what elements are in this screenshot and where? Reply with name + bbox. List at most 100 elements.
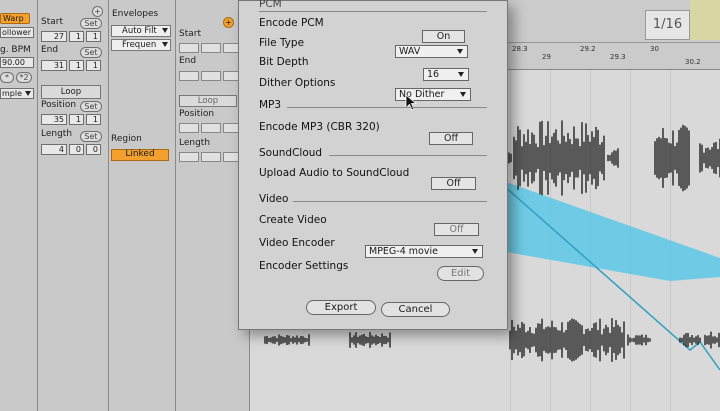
envelope-position-label: Position (179, 109, 215, 119)
region-label: Region (111, 134, 142, 144)
envelope-end-label: End (179, 56, 197, 66)
envelope-shape[interactable] (495, 178, 720, 281)
start-set-button[interactable]: Set (80, 18, 102, 29)
envelope-device-value: Auto Filt (122, 26, 157, 36)
bpm-field[interactable]: 90.00 (0, 57, 34, 68)
section-divider (293, 201, 487, 202)
chevron-down-icon (162, 28, 168, 33)
ruler-tick: 29.2 (580, 45, 596, 53)
section-divider (259, 11, 487, 12)
ruler-tick: 29 (542, 53, 551, 61)
start-label: Start (41, 17, 63, 27)
end-beat-field[interactable]: 1 (69, 60, 84, 71)
envelope-end-field[interactable] (179, 71, 199, 81)
position-bar-field[interactable]: 35 (41, 114, 67, 125)
ruler-line (505, 42, 720, 43)
loop-button[interactable]: Loop (41, 85, 101, 99)
upload-soundcloud-label: Upload Audio to SoundCloud (259, 167, 410, 179)
warp-mode-value: mple (2, 89, 23, 98)
video-encoder-value: MPEG-4 movie (369, 246, 438, 257)
encoder-settings-edit-button[interactable]: Edit (437, 266, 484, 281)
envelope-position-field[interactable] (179, 123, 199, 133)
chevron-down-icon (460, 92, 466, 97)
envelope-position-field[interactable] (201, 123, 221, 133)
position-beat-field[interactable]: 1 (69, 114, 84, 125)
bit-depth-value: 16 (427, 69, 440, 80)
encoder-settings-label: Encoder Settings (259, 260, 349, 272)
video-encoder-dropdown[interactable]: MPEG-4 movie (365, 245, 483, 258)
length-set-button[interactable]: Set (80, 131, 102, 142)
length-bar-field[interactable]: 4 (41, 144, 67, 155)
encode-pcm-toggle[interactable]: On (422, 30, 465, 43)
upload-soundcloud-toggle[interactable]: Off (431, 177, 476, 190)
file-type-value: WAV (399, 46, 421, 57)
encode-pcm-label: Encode PCM (259, 17, 324, 29)
follower-selector[interactable]: ollower (0, 27, 34, 38)
chevron-down-icon (25, 91, 31, 96)
end-bar-field[interactable]: 31 (41, 60, 67, 71)
bit-depth-dropdown[interactable]: 16 (423, 68, 469, 81)
encode-mp3-toggle[interactable]: Off (429, 132, 473, 145)
ruler-tick: 30.2 (685, 58, 701, 66)
add-icon[interactable]: + (223, 17, 234, 28)
warp-mode-selector[interactable]: mple (0, 88, 34, 99)
half-tempo-button[interactable]: * (0, 72, 14, 83)
envelope-parameter-value: Frequen (122, 40, 157, 50)
envelope-parameter-selector[interactable]: Frequen (111, 39, 171, 51)
column-divider (175, 0, 176, 411)
chevron-down-icon (472, 249, 478, 254)
create-video-label: Create Video (259, 214, 327, 226)
section-divider (287, 107, 487, 108)
ruler-tick: 29.3 (610, 53, 626, 61)
start-sixteenth-field[interactable]: 1 (86, 31, 101, 42)
envelope-length-field[interactable] (201, 152, 221, 162)
waveform-top (494, 120, 720, 196)
add-icon[interactable]: + (92, 6, 103, 17)
envelope-loop-button[interactable]: Loop (179, 95, 237, 107)
ruler-tick: 30 (650, 45, 659, 53)
end-label: End (41, 45, 59, 55)
end-set-button[interactable]: Set (80, 47, 102, 58)
overview-strip (690, 0, 720, 40)
envelope-start-field[interactable] (201, 43, 221, 53)
position-label: Position (41, 100, 77, 110)
end-sixteenth-field[interactable]: 1 (86, 60, 101, 71)
chevron-down-icon (457, 49, 463, 54)
ruler-tick: 28.3 (512, 45, 528, 53)
cancel-button[interactable]: Cancel (381, 302, 450, 317)
pcm-header: PCM (259, 0, 282, 10)
double-tempo-button[interactable]: *2 (16, 72, 32, 83)
position-sixteenth-field[interactable]: 1 (86, 114, 101, 125)
encode-mp3-label: Encode MP3 (CBR 320) (259, 121, 380, 133)
linked-button[interactable]: Linked (111, 149, 169, 161)
length-sixteenth-field[interactable]: 0 (86, 144, 101, 155)
length-label: Length (41, 129, 73, 139)
video-encoder-label: Video Encoder (259, 237, 335, 249)
envelope-length-field[interactable] (179, 152, 199, 162)
mouse-cursor-icon (405, 94, 418, 111)
position-set-button[interactable]: Set (80, 101, 102, 112)
create-video-toggle[interactable]: Off (434, 223, 479, 236)
quantize-display[interactable]: 1/16 (645, 10, 690, 40)
mp3-header: MP3 (259, 99, 282, 111)
start-beat-field[interactable]: 1 (69, 31, 84, 42)
envelopes-title: Envelopes (112, 9, 159, 19)
section-divider (329, 155, 487, 156)
envelope-device-selector[interactable]: Auto Filt (111, 25, 171, 37)
clip-view-panel: Warp ollower g. BPM 90.00 * *2 mple Star… (0, 0, 250, 411)
envelope-start-field[interactable] (179, 43, 199, 53)
chevron-down-icon (458, 72, 464, 77)
dither-options-label: Dither Options (259, 77, 336, 89)
export-button[interactable]: Export (306, 300, 376, 315)
file-type-dropdown[interactable]: WAV (395, 45, 468, 58)
warp-button[interactable]: Warp (0, 13, 30, 24)
column-divider (108, 0, 109, 411)
start-bar-field[interactable]: 27 (41, 31, 67, 42)
video-header: Video (259, 193, 289, 205)
envelope-start-label: Start (179, 29, 201, 39)
bit-depth-label: Bit Depth (259, 56, 309, 68)
length-beat-field[interactable]: 0 (69, 144, 84, 155)
envelope-end-field[interactable] (201, 71, 221, 81)
bpm-label: g. BPM (0, 45, 31, 55)
envelope-length-label: Length (179, 138, 211, 148)
